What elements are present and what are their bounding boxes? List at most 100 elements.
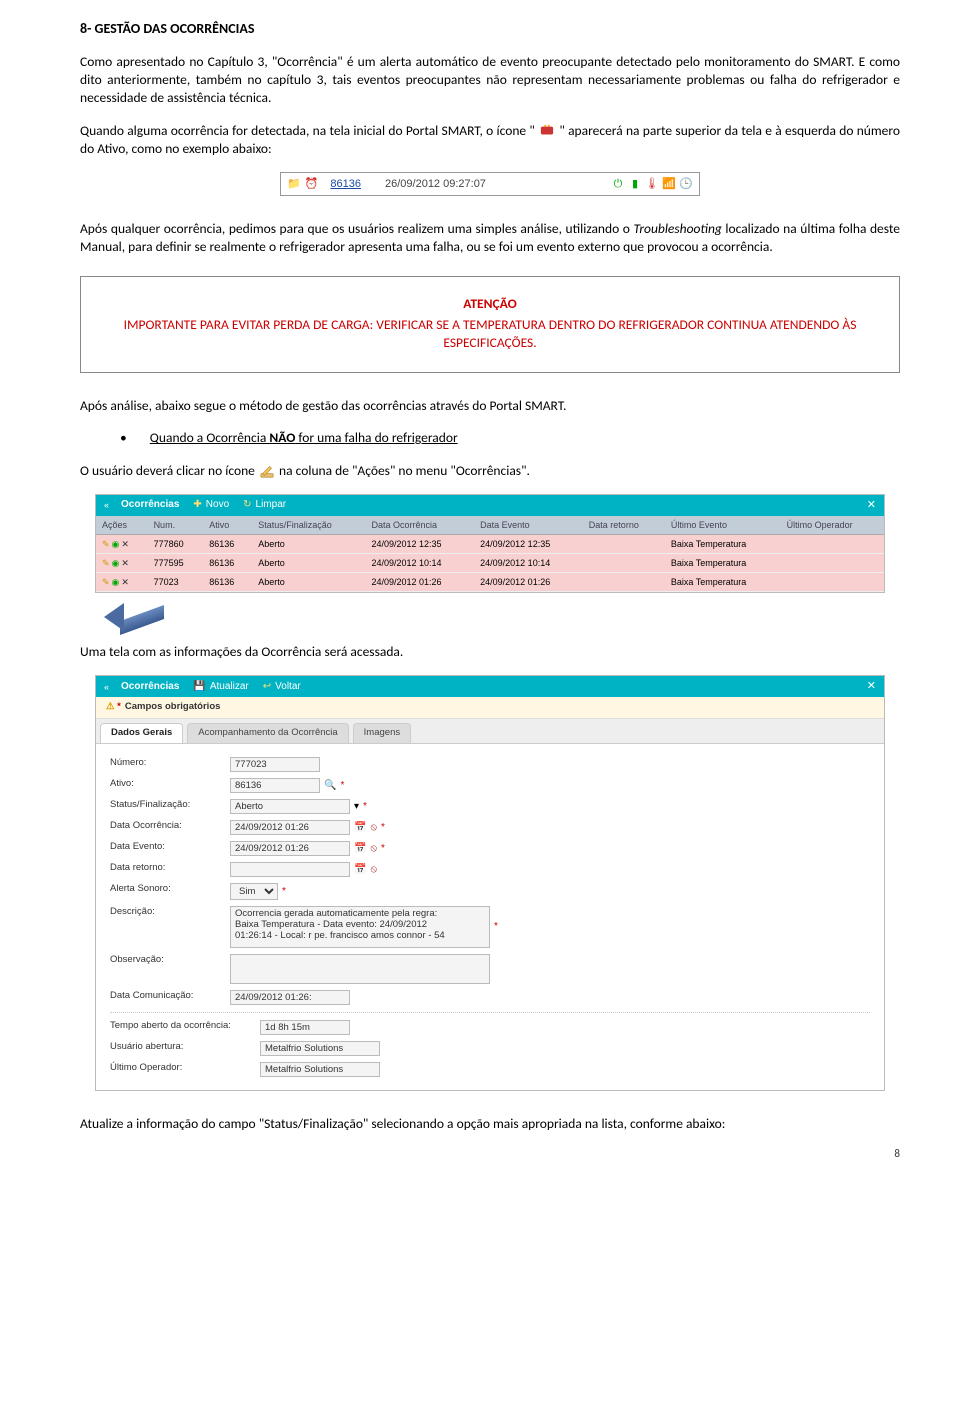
voltar-button[interactable]: ↩ Voltar — [263, 680, 301, 694]
th-status[interactable]: Status/Finalização — [252, 516, 365, 535]
th-data-oco[interactable]: Data Ocorrência — [365, 516, 474, 535]
edit-icon[interactable]: ✎ — [102, 538, 110, 550]
data-oco-label: Data Ocorrência: — [110, 820, 230, 833]
table-row[interactable]: ✎◉✕77786086136Aberto24/09/2012 12:3524/0… — [96, 534, 884, 553]
th-num[interactable]: Num. — [148, 516, 204, 535]
expand-icon[interactable]: ✕ — [867, 679, 876, 694]
panel1-title: Ocorrências — [121, 498, 179, 512]
edit-icon[interactable]: ✎ — [102, 557, 110, 569]
arrow-pointer — [104, 599, 164, 635]
ativo-label: Ativo: — [110, 778, 230, 791]
clear-icon[interactable]: ⦸ — [370, 821, 377, 835]
data-ev-input[interactable] — [230, 841, 350, 856]
th-data-ret[interactable]: Data retorno — [583, 516, 665, 535]
ativo-input[interactable] — [230, 778, 320, 793]
ult-op-input — [260, 1062, 380, 1077]
obs-textarea[interactable] — [230, 954, 490, 984]
alarm-icon — [540, 124, 554, 138]
cell-ativo: 86136 — [203, 534, 252, 553]
voltar-label: Voltar — [275, 680, 301, 694]
obs-label: Observação: — [110, 954, 230, 967]
page-number: 8 — [80, 1147, 900, 1162]
panel1-header: « Ocorrências ✚ Novo ↻ Limpar ✕ — [96, 495, 884, 516]
search-icon[interactable]: 🔍 — [324, 779, 336, 793]
paragraph-7: Atualize a informação do campo "Status/F… — [80, 1115, 900, 1133]
cell-ult-op — [781, 573, 884, 592]
cell-num: 777860 — [148, 534, 204, 553]
th-ult-ev[interactable]: Último Evento — [665, 516, 781, 535]
cell-data-ret — [583, 553, 665, 572]
status-input[interactable] — [230, 799, 350, 814]
required-icon: * — [340, 779, 344, 793]
tab-imagens[interactable]: Imagens — [353, 723, 411, 743]
th-ult-op[interactable]: Último Operador — [781, 516, 884, 535]
delete-icon[interactable]: ✕ — [121, 576, 129, 588]
th-ativo[interactable]: Ativo — [203, 516, 252, 535]
desc-textarea[interactable]: Ocorrencia gerada automaticamente pela r… — [230, 906, 490, 948]
p5-a: O usuário deverá clicar no ícone — [80, 462, 258, 479]
paragraph-5: O usuário deverá clicar no ícone na colu… — [80, 462, 900, 480]
limpar-label: Limpar — [256, 498, 287, 512]
view-icon[interactable]: ◉ — [112, 538, 120, 550]
usr-ab-label: Usuário abertura: — [110, 1041, 260, 1054]
tempo-label: Tempo aberto da ocorrência: — [110, 1020, 260, 1033]
limpar-button[interactable]: ↻ Limpar — [243, 498, 286, 512]
th-acoes[interactable]: Ações — [96, 516, 148, 535]
delete-icon[interactable]: ✕ — [121, 538, 129, 550]
view-icon[interactable]: ◉ — [112, 557, 120, 569]
cell-status: Aberto — [252, 534, 365, 553]
attention-title: ATENÇÃO — [95, 295, 885, 313]
back-icon: ↩ — [263, 680, 271, 694]
calendar-icon[interactable]: 📅 — [354, 842, 366, 856]
chevron-left-icon[interactable]: « — [104, 499, 107, 511]
clock-icon: 🕒 — [679, 177, 693, 191]
ult-op-label: Último Operador: — [110, 1062, 260, 1075]
calendar-icon[interactable]: 📅 — [354, 821, 366, 835]
cell-data-oco: 24/09/2012 10:14 — [365, 553, 474, 572]
cell-ult-ev: Baixa Temperatura — [665, 553, 781, 572]
p2-part-a: Quando alguma ocorrência for detectada, … — [80, 122, 535, 139]
data-ret-label: Data retorno: — [110, 862, 230, 875]
required-fields-bar: ⚠ *Campos obrigatórios — [96, 697, 884, 719]
cell-data-ev: 24/09/2012 12:35 — [474, 534, 583, 553]
table-row[interactable]: ✎◉✕7702386136Aberto24/09/2012 01:2624/09… — [96, 573, 884, 592]
alerta-select[interactable]: Sim — [230, 883, 278, 900]
atualizar-button[interactable]: 💾 Atualizar — [193, 680, 248, 694]
tab-acompanhamento[interactable]: Acompanhamento da Ocorrência — [187, 723, 348, 743]
desc-label: Descrição: — [110, 906, 230, 919]
paragraph-6: Uma tela com as informações da Ocorrênci… — [80, 643, 900, 661]
battery-icon: ▮ — [628, 177, 642, 191]
delete-icon[interactable]: ✕ — [121, 557, 129, 569]
cell-data-ret — [583, 534, 665, 553]
usr-ab-input — [260, 1041, 380, 1056]
th-data-ev[interactable]: Data Evento — [474, 516, 583, 535]
pencil-icon — [260, 464, 274, 478]
cell-ult-ev: Baixa Temperatura — [665, 573, 781, 592]
alerta-label: Alerta Sonoro: — [110, 883, 230, 896]
view-icon[interactable]: ◉ — [112, 576, 120, 588]
required-icon: * — [363, 800, 367, 814]
cell-ativo: 86136 — [203, 553, 252, 572]
tab-dados-gerais[interactable]: Dados Gerais — [100, 723, 183, 743]
intro-paragraph-2: Quando alguma ocorrência for detectada, … — [80, 122, 900, 158]
numero-input[interactable] — [230, 757, 320, 772]
calendar-icon[interactable]: 📅 — [354, 863, 366, 877]
table-row[interactable]: ✎◉✕77759586136Aberto24/09/2012 10:1424/0… — [96, 553, 884, 572]
p3-a: Após qualquer ocorrência, pedimos para q… — [80, 220, 633, 237]
data-com-input[interactable] — [230, 990, 350, 1005]
chevron-down-icon[interactable]: ▾ — [354, 800, 359, 814]
cell-status: Aberto — [252, 553, 365, 572]
clear-icon[interactable]: ⦸ — [370, 842, 377, 856]
data-ret-input[interactable] — [230, 862, 350, 877]
edit-icon[interactable]: ✎ — [102, 576, 110, 588]
novo-button[interactable]: ✚ Novo — [193, 498, 229, 512]
data-oco-input[interactable] — [230, 820, 350, 835]
clear-icon[interactable]: ⦸ — [370, 863, 377, 877]
chevron-left-icon[interactable]: « — [104, 681, 107, 693]
cell-status: Aberto — [252, 573, 365, 592]
expand-icon[interactable]: ✕ — [867, 498, 876, 513]
data-ev-label: Data Evento: — [110, 841, 230, 854]
status-bar-ativo-link[interactable]: 86136 — [330, 177, 361, 192]
refresh-icon: ↻ — [243, 498, 251, 512]
cell-data-ret — [583, 573, 665, 592]
